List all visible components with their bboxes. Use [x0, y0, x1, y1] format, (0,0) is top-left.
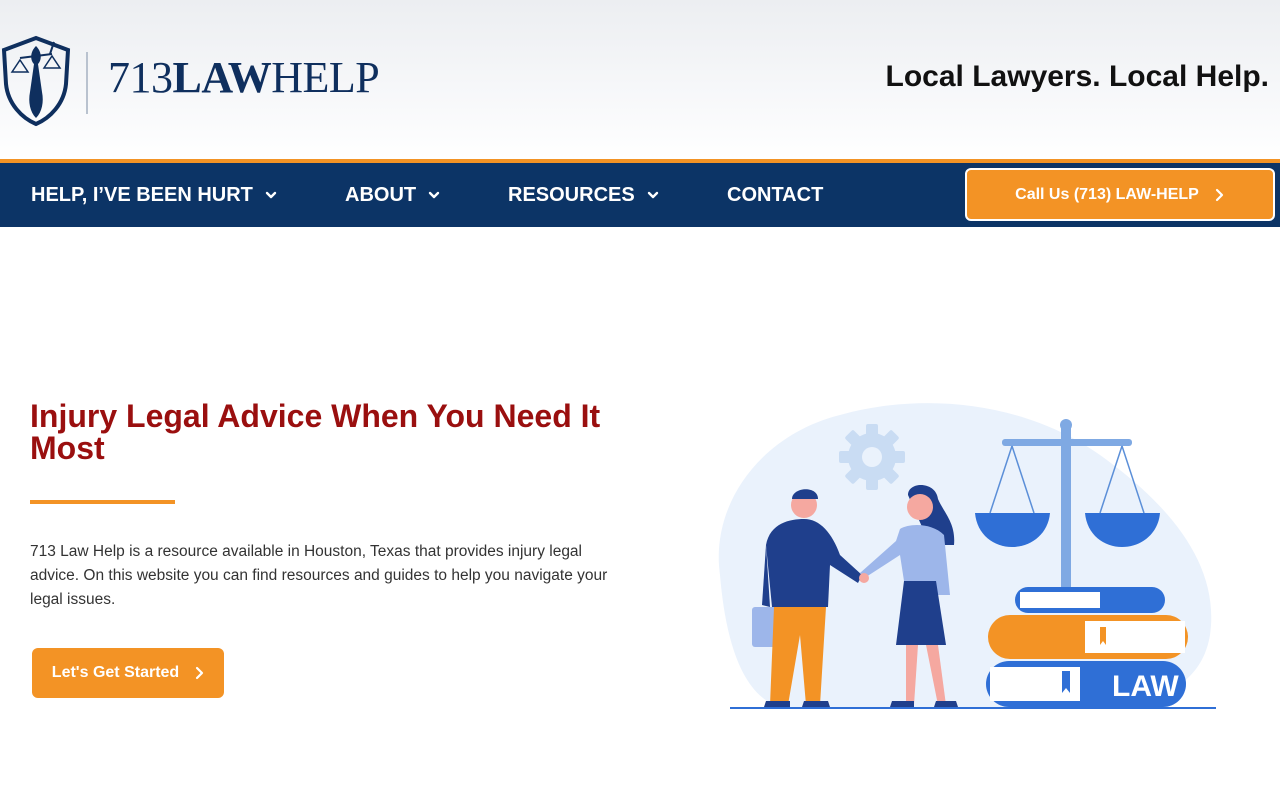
site-header: 713LAWHELP Local Lawyers. Local Help. — [0, 0, 1280, 160]
logo-suffix: HELP — [271, 53, 380, 102]
law-books-icon: LAW — [986, 587, 1188, 707]
lady-justice-shield-icon — [1, 35, 71, 127]
get-started-label: Let's Get Started — [51, 664, 180, 681]
hero-title-underline — [30, 500, 175, 504]
logo-wordmark: 713LAWHELP — [108, 52, 380, 104]
chevron-right-icon — [196, 666, 204, 680]
call-us-label: Call Us (713) LAW-HELP — [1015, 185, 1199, 203]
nav-item-contact[interactable]: CONTACT — [727, 163, 823, 227]
nav-item-help-ive-been-hurt[interactable]: HELP, I’VE BEEN HURT — [31, 163, 277, 227]
handshake-law-scales-illustration: LAW — [718, 403, 1216, 709]
nav-item-label: CONTACT — [727, 183, 824, 206]
header-tagline: Local Lawyers. Local Help. — [885, 60, 1269, 93]
site-logo[interactable]: 713LAWHELP — [0, 32, 380, 128]
logo-bold: LAW — [172, 53, 272, 102]
get-started-button[interactable]: Let's Get Started — [32, 648, 224, 698]
nav-item-label: HELP, I’VE BEEN HURT — [31, 183, 253, 206]
nav-item-resources[interactable]: RESOURCES — [508, 163, 659, 227]
hero-description: 713 Law Help is a resource available in … — [30, 543, 608, 608]
law-book-label: LAW — [1112, 670, 1179, 703]
main-nav: HELP, I’VE BEEN HURT ABOUT RESOURCES CON… — [0, 163, 1280, 227]
chevron-right-icon — [1215, 188, 1223, 201]
hero-title: Injury Legal Advice When You Need It Mos… — [30, 398, 601, 466]
nav-item-about[interactable]: ABOUT — [345, 163, 440, 227]
logo-prefix: 713 — [108, 53, 173, 102]
chevron-down-icon — [265, 191, 277, 199]
logo-divider — [86, 52, 88, 114]
nav-item-label: ABOUT — [345, 183, 417, 206]
call-us-button[interactable]: Call Us (713) LAW-HELP — [965, 168, 1275, 221]
chevron-down-icon — [428, 191, 440, 199]
gear-icon — [839, 424, 905, 490]
chevron-down-icon — [647, 191, 658, 199]
nav-item-label: RESOURCES — [508, 183, 635, 206]
